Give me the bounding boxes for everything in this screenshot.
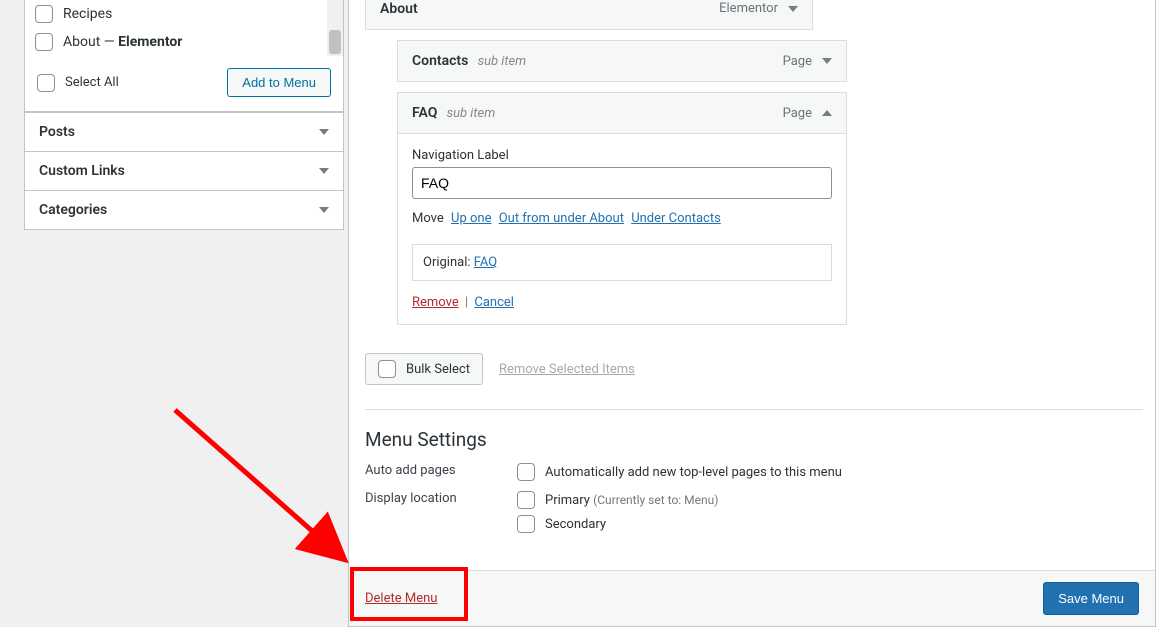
scrollbar-thumb[interactable] (329, 30, 341, 54)
move-out-link[interactable]: Out from under About (499, 211, 624, 226)
display-location-label: Display location (365, 491, 517, 533)
chevron-down-icon (319, 168, 329, 174)
option-label: Secondary (545, 517, 606, 532)
navigation-label-input[interactable] (412, 167, 832, 199)
select-all-label: Select All (65, 75, 119, 90)
checkbox[interactable] (517, 491, 535, 509)
auto-add-pages-label: Auto add pages (365, 463, 517, 481)
accordion-posts[interactable]: Posts (24, 112, 344, 152)
accordion-label: Custom Links (39, 163, 125, 179)
checkbox[interactable] (37, 74, 55, 92)
chevron-up-icon (822, 110, 832, 116)
chevron-down-icon (319, 129, 329, 135)
menu-item-type: Page (783, 106, 812, 121)
page-item-label: Recipes (63, 6, 112, 22)
checkbox[interactable] (378, 360, 396, 378)
bulk-select-label: Bulk Select (406, 362, 470, 377)
save-menu-button[interactable]: Save Menu (1043, 582, 1139, 615)
original-link[interactable]: FAQ (474, 255, 497, 270)
page-item-label: About — Elementor (63, 34, 182, 50)
checkbox[interactable] (517, 515, 535, 533)
accordion-label: Posts (39, 124, 75, 140)
menu-item-title: Contacts (412, 53, 468, 69)
accordion-categories[interactable]: Categories (24, 190, 344, 230)
remove-link[interactable]: Remove (412, 295, 459, 310)
delete-menu-link[interactable]: Delete Menu (365, 591, 437, 606)
menu-item-title: FAQ (412, 105, 437, 121)
pages-metabox: Recipes About — Elementor Select All Add… (24, 0, 344, 112)
bulk-select-toggle[interactable]: Bulk Select (365, 353, 483, 385)
accordion-label: Categories (39, 202, 107, 218)
menu-settings-heading: Menu Settings (365, 428, 1143, 451)
move-under-link[interactable]: Under Contacts (631, 211, 721, 226)
chevron-down-icon (788, 6, 798, 12)
page-item[interactable]: About — Elementor (29, 28, 343, 56)
remove-selected-items-link: Remove Selected Items (499, 362, 635, 377)
option-label: Primary (Currently set to: Menu) (545, 493, 718, 508)
auto-add-pages-option[interactable]: Automatically add new top-level pages to… (517, 463, 842, 481)
menu-item-faq[interactable]: FAQ sub item Page (397, 92, 847, 134)
menu-item-faq-settings: Navigation Label Move Up one Out from un… (397, 134, 847, 325)
add-to-menu-button[interactable]: Add to Menu (227, 68, 331, 97)
select-all[interactable]: Select All (37, 74, 119, 92)
menu-item-title: About (380, 1, 418, 17)
cancel-link[interactable]: Cancel (474, 295, 514, 310)
chevron-down-icon (319, 207, 329, 213)
page-item[interactable]: Recipes (29, 0, 343, 28)
checkbox[interactable] (35, 33, 53, 51)
scrollbar-track[interactable] (327, 0, 343, 56)
menu-item-type: Page (783, 54, 812, 69)
menu-item-contacts[interactable]: Contacts sub item Page (397, 40, 847, 82)
checkbox[interactable] (517, 463, 535, 481)
pages-list: Recipes About — Elementor (25, 0, 343, 56)
accordion-custom-links[interactable]: Custom Links (24, 151, 344, 191)
sub-item-tag: sub item (447, 106, 496, 121)
sub-item-tag: sub item (478, 54, 527, 69)
navigation-label-label: Navigation Label (412, 148, 832, 163)
divider (365, 409, 1143, 410)
move-label: Move (412, 211, 444, 226)
move-up-one-link[interactable]: Up one (451, 211, 491, 226)
option-label: Automatically add new top-level pages to… (545, 465, 842, 480)
menu-item-about[interactable]: About Elementor (365, 0, 813, 30)
display-location-secondary[interactable]: Secondary (517, 515, 718, 533)
display-location-primary[interactable]: Primary (Currently set to: Menu) (517, 491, 718, 509)
menu-item-type: Elementor (719, 1, 778, 16)
chevron-down-icon (822, 58, 832, 64)
menu-footer: Delete Menu Save Menu (349, 570, 1155, 626)
checkbox[interactable] (35, 5, 53, 23)
original-label: Original: (423, 255, 471, 270)
